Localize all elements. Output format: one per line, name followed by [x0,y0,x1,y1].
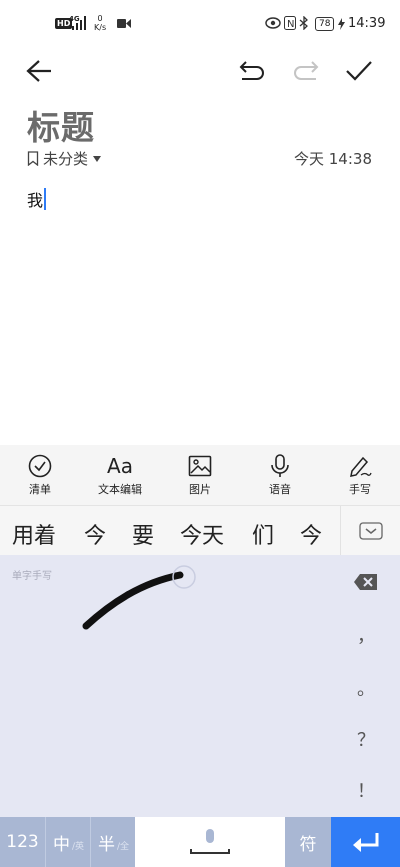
image-icon [188,455,212,476]
handwriting-pad[interactable] [0,555,400,817]
note-title[interactable]: 标题 [27,101,95,149]
voice-input-icon [190,829,230,854]
question-key[interactable]: ？ [352,726,380,752]
redo-button[interactable] [288,53,324,89]
candidate-item[interactable]: 今 [84,518,106,550]
checkmark-icon [346,61,372,81]
battery-level: 78 [315,17,335,31]
svg-text:N: N [287,19,294,30]
status-bar: HD 4G 0 K/s N 78 14:39 [0,0,400,48]
note-timestamp: 今天 14:38 [294,150,372,168]
backspace-icon [354,574,377,590]
undo-icon [239,61,264,80]
eye-icon [265,17,281,29]
note-body-text: 我 [27,191,44,210]
signal-icon [72,16,86,30]
enter-key[interactable] [331,817,400,867]
comma-key[interactable]: ， [352,622,380,648]
numeric-key[interactable]: 123 [0,817,45,867]
bookmark-icon [27,151,39,166]
charging-icon [338,18,345,30]
note-body-editor[interactable]: 我 [27,187,47,211]
bluetooth-icon [299,16,308,30]
nfc-icon: N [284,16,296,30]
candidate-item[interactable]: 要 [132,518,154,550]
checklist-icon [28,454,52,477]
image-button[interactable]: 图片 [160,445,240,505]
keyboard-bottom-row: 123 中/英 半/全 符 [0,817,400,867]
microphone-icon [271,453,289,477]
redo-icon [294,61,319,80]
status-time: 14:39 [348,16,386,31]
editor-toolbar: 清单 Aa 文本编辑 图片 语音 手写 [0,445,400,505]
video-icon [117,19,131,28]
candidate-bar: 用着 今 要 今天 们 今天 [0,505,400,556]
handwriting-stroke [82,565,196,630]
period-key[interactable]: 。 [352,675,380,701]
back-arrow-icon [26,60,51,82]
text-cursor [44,188,47,210]
category-selector[interactable]: 未分类 [27,148,102,169]
checklist-button[interactable]: 清单 [0,445,80,505]
space-key[interactable] [135,817,285,867]
voice-button[interactable]: 语音 [240,445,320,505]
candidate-item[interactable]: 们 [252,518,274,550]
enter-arrow-icon [352,833,378,852]
text-format-button[interactable]: Aa 文本编辑 [80,445,160,505]
expand-candidates-button[interactable] [340,506,400,556]
candidate-item[interactable]: 今天 [180,518,224,550]
candidate-item-clipped[interactable]: 今天 [300,506,340,556]
dropdown-arrow-icon [93,155,102,162]
half-full-width-toggle[interactable]: 半/全 [90,817,136,867]
candidate-item[interactable]: 用着 [12,518,56,550]
back-button[interactable] [21,53,57,89]
symbol-key[interactable]: 符 [285,817,331,867]
handwriting-pen-icon [350,456,372,477]
backspace-button[interactable] [353,572,379,592]
undo-button[interactable] [234,53,270,89]
handwriting-button[interactable]: 手写 [320,445,400,505]
handwriting-mode-label: 单字手写 [12,571,52,582]
category-label: 未分类 [43,150,89,168]
text-format-icon: Aa [107,453,133,478]
chevron-down-icon [359,522,383,540]
chinese-english-toggle[interactable]: 中/英 [45,817,91,867]
confirm-button[interactable] [341,53,377,89]
exclamation-key[interactable]: ！ [352,777,380,803]
network-speed: 0 K/s [94,14,107,32]
